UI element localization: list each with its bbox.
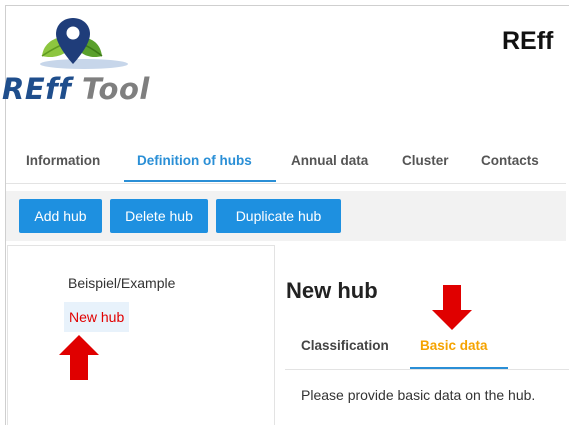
duplicate-hub-button[interactable]: Duplicate hub	[216, 199, 341, 233]
tab-contacts[interactable]: Contacts	[481, 150, 539, 184]
tab-cluster[interactable]: Cluster	[402, 150, 449, 184]
location-pin-leaf-icon	[40, 18, 128, 69]
annotation-arrow-down-icon	[432, 285, 472, 330]
hub-list-item-example[interactable]: Beispiel/Example	[68, 275, 175, 291]
app-logo: REff Tool	[2, 14, 152, 106]
tab-information[interactable]: Information	[26, 150, 100, 184]
active-tab-indicator	[124, 180, 276, 182]
active-subtab-indicator	[410, 367, 508, 369]
subtab-divider	[285, 369, 569, 370]
hub-toolbar: Add hub Delete hub Duplicate hub	[6, 191, 566, 241]
tab-definition-of-hubs[interactable]: Definition of hubs	[137, 150, 252, 184]
add-hub-button[interactable]: Add hub	[19, 199, 102, 233]
hub-detail-title: New hub	[286, 278, 378, 303]
hub-list-panel: Beispiel/Example New hub	[7, 245, 275, 425]
tab-basic-data[interactable]: Basic data	[420, 338, 488, 353]
logo-wordmark: REff Tool	[2, 72, 150, 106]
basic-data-hint: Please provide basic data on the hub.	[301, 387, 536, 403]
delete-hub-button[interactable]: Delete hub	[110, 199, 208, 233]
app-title: REff	[502, 27, 554, 55]
main-nav: Information Definition of hubs Annual da…	[6, 150, 566, 184]
annotation-arrow-up-icon	[59, 335, 99, 380]
tab-classification[interactable]: Classification	[301, 338, 389, 353]
hub-list-item-new-hub[interactable]: New hub	[64, 302, 130, 332]
tab-annual-data[interactable]: Annual data	[291, 150, 368, 184]
